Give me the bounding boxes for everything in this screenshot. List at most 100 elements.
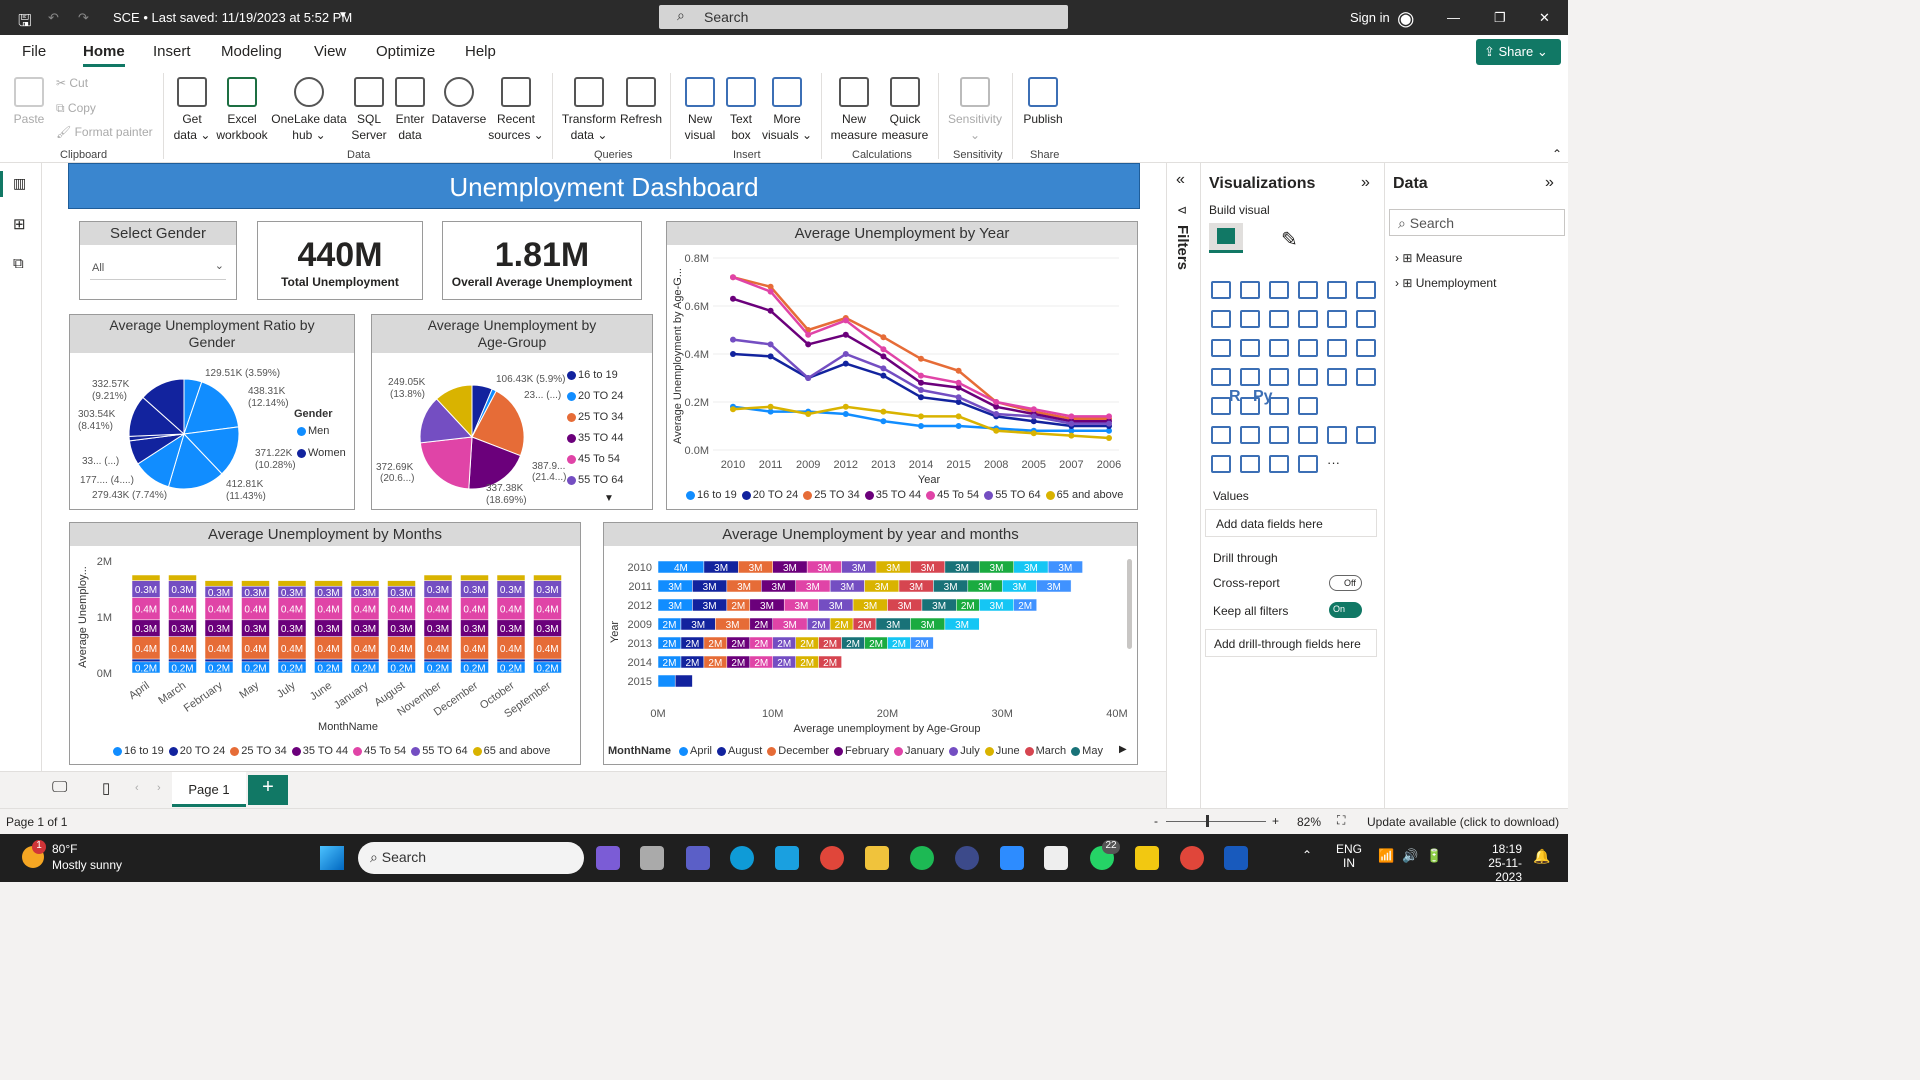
notification-bell-icon[interactable]: 🔔: [1533, 848, 1550, 865]
clustered-column-icon[interactable]: [1298, 281, 1318, 299]
teams-icon[interactable]: [686, 846, 710, 870]
legend-item[interactable]: January: [889, 745, 944, 757]
legend-item[interactable]: 35 TO 44: [287, 745, 348, 757]
file-title[interactable]: SCE • Last saved: 11/19/2023 at 5:52 PM: [113, 10, 352, 25]
zoom-in-icon[interactable]: +: [1272, 814, 1279, 828]
clustered-bar-icon[interactable]: [1269, 281, 1289, 299]
arcgis-icon[interactable]: [1240, 455, 1260, 473]
battery-icon[interactable]: 🔋: [1426, 848, 1442, 864]
collapse-viz-icon[interactable]: »: [1361, 174, 1370, 192]
line-icon[interactable]: [1211, 310, 1231, 328]
multi-row-card-icon[interactable]: [1356, 368, 1376, 386]
sql-server-button[interactable]: SQL Server: [348, 77, 390, 143]
spotify-icon[interactable]: [910, 846, 934, 870]
kpi-icon[interactable]: [1211, 397, 1231, 415]
gauge-icon[interactable]: [1298, 368, 1318, 386]
legend-item[interactable]: 16 to 19: [562, 369, 618, 381]
add-page-button[interactable]: +: [248, 775, 288, 805]
legend-item[interactable]: 45 To 54: [348, 745, 406, 757]
chrome-icon[interactable]: [1180, 846, 1204, 870]
table-view-icon[interactable]: ⊞: [13, 215, 26, 233]
legend-item[interactable]: 25 TO 34: [562, 411, 623, 423]
minimize-icon[interactable]: —: [1447, 10, 1460, 25]
key-influencers-icon[interactable]: [1211, 426, 1231, 444]
legend-item[interactable]: 55 TO 64: [562, 474, 623, 486]
filters-pane[interactable]: « ⊲ Filters: [1166, 163, 1200, 808]
power-automate-icon[interactable]: [1298, 455, 1318, 473]
legend-item[interactable]: 35 TO 44: [562, 432, 623, 444]
recent-sources-button[interactable]: Recent sources ⌄: [488, 77, 544, 143]
file-explorer-icon[interactable]: [865, 846, 889, 870]
share-button[interactable]: ⇪ Share ⌄: [1476, 39, 1561, 65]
dataverse-button[interactable]: Dataverse: [430, 77, 488, 127]
legend-item[interactable]: 35 TO 44: [860, 489, 921, 501]
legend-item[interactable]: 25 TO 34: [225, 745, 287, 757]
mobile-layout-icon[interactable]: ▯: [102, 779, 110, 797]
legend-item[interactable]: December: [762, 745, 829, 757]
onelake-hub-button[interactable]: OneLake data hub ⌄: [270, 77, 348, 143]
legend-men[interactable]: Men: [292, 425, 329, 437]
excel-workbook-button[interactable]: Excel workbook: [214, 77, 270, 143]
format-visual-icon[interactable]: ✎: [1281, 227, 1298, 252]
stacked-area-icon[interactable]: [1269, 310, 1289, 328]
edge-icon[interactable]: [730, 846, 754, 870]
transform-data-button[interactable]: Transform data ⌄: [560, 77, 618, 143]
wifi-icon[interactable]: 📶: [1378, 848, 1394, 864]
next-page-icon[interactable]: ›: [157, 782, 161, 794]
cross-report-toggle[interactable]: Off: [1329, 575, 1362, 591]
legend-item[interactable]: 45 To 54: [921, 489, 979, 501]
paste-button[interactable]: Paste: [8, 77, 50, 127]
legend-item[interactable]: 65 and above: [1041, 489, 1123, 501]
bar-year-months-card[interactable]: Average Unemployment by year and months …: [603, 522, 1138, 765]
card-icon[interactable]: [1327, 368, 1347, 386]
build-visual-tab[interactable]: [1209, 223, 1243, 253]
start-icon[interactable]: [320, 846, 344, 870]
expand-filters-icon[interactable]: «: [1176, 171, 1185, 189]
card-new-icon[interactable]: [1211, 455, 1231, 473]
sign-in-link[interactable]: Sign in: [1350, 10, 1390, 25]
bar-months-chart[interactable]: 0M 1M 2M Average Unemploy... 0.2M 0.4M 0.3M 0.4…: [70, 547, 580, 747]
stacked-bar-icon[interactable]: [1211, 281, 1231, 299]
new-visual-button[interactable]: New visual: [678, 77, 722, 143]
line-column-icon[interactable]: [1298, 310, 1318, 328]
format-painter-button[interactable]: 🖌 Format painter: [56, 124, 153, 140]
collapse-data-icon[interactable]: »: [1545, 174, 1554, 192]
sensitivity-button[interactable]: Sensitivity ⌄: [944, 77, 1006, 143]
legend-item[interactable]: 25 TO 34: [798, 489, 860, 501]
fit-to-page-icon[interactable]: ⛶: [1337, 813, 1345, 828]
report-view-icon[interactable]: ▥: [13, 175, 26, 192]
page-tab-1[interactable]: Page 1: [172, 772, 246, 807]
narrative-icon[interactable]: [1298, 426, 1318, 444]
treemap-icon[interactable]: [1356, 339, 1376, 357]
restore-icon[interactable]: ❐: [1494, 10, 1506, 26]
qa-icon[interactable]: [1269, 426, 1289, 444]
table-item-unemployment[interactable]: › ⊞ Unemployment: [1395, 276, 1496, 290]
zoom-slider[interactable]: [1166, 821, 1266, 822]
menu-optimize[interactable]: Optimize: [376, 43, 435, 60]
slicer-icon[interactable]: [1240, 397, 1260, 415]
legend-item[interactable]: 65 and above: [468, 745, 550, 757]
legend-women[interactable]: Women: [292, 447, 346, 459]
new-measure-button[interactable]: New measure: [828, 77, 880, 143]
scatter-icon[interactable]: [1269, 339, 1289, 357]
pie-age-card[interactable]: Average Unemployment by Age-Group 106.43…: [371, 314, 653, 510]
quick-measure-button[interactable]: Quick measure: [880, 77, 930, 143]
more-icon[interactable]: ···: [1327, 455, 1347, 473]
data-search-input[interactable]: ⌕ Search: [1389, 209, 1565, 236]
gender-dropdown[interactable]: All ⌄: [90, 258, 226, 280]
update-available-link[interactable]: Update available (click to download): [1367, 815, 1559, 829]
menu-file[interactable]: File: [22, 43, 46, 60]
model-view-icon[interactable]: ⧉: [13, 255, 24, 272]
pie-age-chart[interactable]: 106.43K (5.9%)23... (...)387.9...(21.4..…: [372, 357, 572, 509]
menu-insert[interactable]: Insert: [153, 43, 191, 60]
paginated-icon[interactable]: [1356, 426, 1376, 444]
zoom-slider-thumb[interactable]: [1206, 815, 1209, 827]
account-icon[interactable]: ◉: [1397, 6, 1414, 31]
legend-next-icon[interactable]: ▶: [1119, 744, 1127, 755]
decomposition-tree-icon[interactable]: [1240, 426, 1260, 444]
prev-page-icon[interactable]: ‹: [135, 782, 139, 794]
table-icon[interactable]: [1269, 397, 1289, 415]
line-year-chart[interactable]: 0.0M 0.2M 0.4M 0.6M 0.8M 2010 2011 2009 2012 2013…: [667, 246, 1137, 510]
menu-help[interactable]: Help: [465, 43, 496, 60]
legend-item[interactable]: April: [674, 745, 712, 757]
